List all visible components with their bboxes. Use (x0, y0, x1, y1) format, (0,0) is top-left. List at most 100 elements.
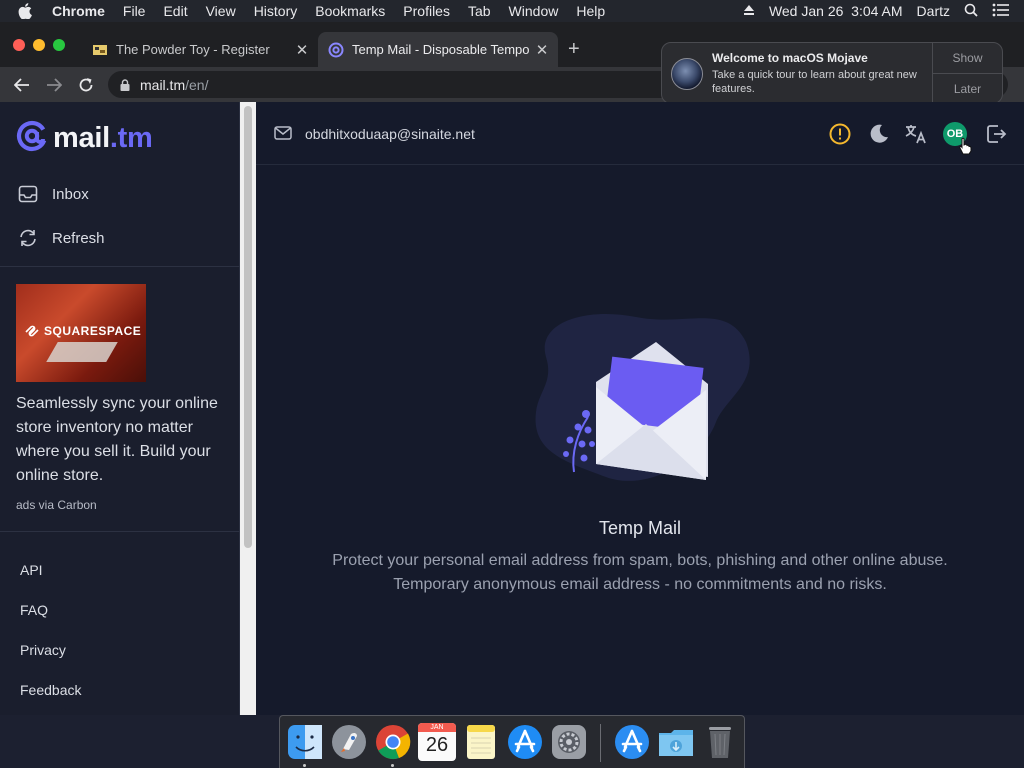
tab-close-icon[interactable]: ✕ (294, 41, 310, 59)
sidebar-link-faq[interactable]: FAQ (20, 602, 48, 618)
menu-bookmarks[interactable]: Bookmarks (315, 3, 385, 19)
dock-running-indicator (303, 764, 306, 767)
lock-icon[interactable] (120, 78, 130, 91)
logo-wordmark-main: mail (53, 122, 110, 154)
logo-wordmark-accent: .tm (109, 122, 153, 154)
at-sign-logo-icon (16, 120, 48, 157)
ad-brand-text: SQUARESPACE (44, 324, 142, 338)
mailtm-logo[interactable]: mail.tm (16, 120, 153, 157)
menu-bar-status-area: Wed Jan 26 3:04 AM Dartz (743, 0, 1024, 22)
logout-icon[interactable] (984, 122, 1008, 146)
translate-icon[interactable] (904, 122, 928, 146)
sidebar-scrollbar[interactable] (240, 102, 256, 715)
carbon-ad-text[interactable]: Seamlessly sync your online store invent… (16, 392, 226, 488)
powder-toy-favicon-icon (92, 42, 108, 58)
squarespace-logo-icon (25, 325, 39, 337)
notes-icon[interactable] (462, 723, 500, 761)
eject-icon[interactable] (743, 3, 755, 19)
dock-separator (600, 724, 601, 762)
url-path: /en/ (185, 76, 209, 93)
notification-text: Welcome to macOS Mojave Take a quick tou… (712, 43, 932, 103)
window-zoom-button[interactable] (53, 39, 65, 51)
macos-menu-bar: Chrome File Edit View History Bookmarks … (0, 0, 1024, 22)
launchpad-icon[interactable] (330, 723, 368, 761)
app-store-icon[interactable] (506, 723, 544, 761)
forward-arrow-icon[interactable] (45, 76, 63, 94)
menu-view[interactable]: View (206, 3, 236, 19)
window-close-button[interactable] (13, 39, 25, 51)
tab-close-icon[interactable]: ✕ (534, 41, 550, 59)
notification-center-icon[interactable] (992, 3, 1010, 20)
menu-bar-clock[interactable]: Wed Jan 26 3:04 AM (769, 3, 903, 19)
spotlight-search-icon[interactable] (964, 3, 978, 20)
sidebar-divider (0, 531, 240, 532)
tab-title: Temp Mail - Disposable Tempo (352, 42, 530, 57)
logo-wordmark: mail.tm (53, 122, 153, 155)
menu-profiles[interactable]: Profiles (403, 3, 450, 19)
menu-file[interactable]: File (123, 3, 146, 19)
tab-temp-mail[interactable]: Temp Mail - Disposable Tempo ✕ (318, 32, 558, 67)
tab-title: The Powder Toy - Register (116, 42, 270, 57)
macos-notification[interactable]: Welcome to macOS Mojave Take a quick tou… (661, 42, 1003, 104)
sidebar: mail.tm Inbox Refresh SQUARESPACE Seamle… (0, 102, 240, 715)
menu-edit[interactable]: Edit (163, 3, 187, 19)
empty-inbox-illustration (535, 313, 750, 481)
chrome-icon[interactable] (374, 723, 412, 761)
refresh-icon (18, 228, 38, 248)
sidebar-item-inbox[interactable]: Inbox (18, 184, 89, 204)
mailbox-header: obdhitxoduaap@sinaite.net OB (256, 102, 1024, 165)
dock-running-indicator (391, 764, 394, 767)
sidebar-link-api[interactable]: API (20, 562, 43, 578)
new-tab-plus-icon[interactable]: + (568, 38, 580, 61)
email-address[interactable]: obdhitxoduaap@sinaite.net (305, 126, 475, 142)
menu-tab[interactable]: Tab (468, 3, 491, 19)
window-minimize-button[interactable] (33, 39, 45, 51)
ads-via-carbon-link[interactable]: ads via Carbon (16, 498, 97, 512)
empty-state-description: Temporary anonymous email address - no c… (393, 576, 887, 593)
mojave-app-icon (671, 58, 703, 90)
reload-icon[interactable] (77, 76, 95, 94)
back-arrow-icon[interactable] (13, 76, 31, 94)
tab-powder-toy[interactable]: The Powder Toy - Register ✕ (82, 32, 318, 67)
system-preferences-icon[interactable] (550, 723, 588, 761)
ad-brand: SQUARESPACE (24, 324, 141, 338)
finder-icon[interactable] (286, 723, 324, 761)
notification-title: Welcome to macOS Mojave (712, 51, 868, 65)
sidebar-link-privacy[interactable]: Privacy (20, 642, 66, 658)
carbon-ad-image[interactable]: SQUARESPACE (16, 284, 146, 382)
mailtm-favicon-icon (328, 42, 344, 58)
notification-body: Take a quick tour to learn about great n… (712, 69, 917, 95)
warning-icon[interactable] (828, 122, 852, 146)
sidebar-item-refresh[interactable]: Refresh (18, 228, 105, 248)
scrollbar-thumb[interactable] (244, 106, 252, 548)
apple-menu-icon[interactable] (18, 3, 38, 19)
sidebar-item-label: Inbox (52, 185, 89, 203)
envelope-icon (274, 125, 292, 141)
notification-show-button[interactable]: Show (933, 43, 1002, 73)
url-host: mail.tm (140, 76, 186, 93)
inbox-icon (18, 184, 38, 204)
sidebar-divider (0, 266, 240, 267)
menu-window[interactable]: Window (509, 3, 559, 19)
menu-bar-user[interactable]: Dartz (917, 3, 950, 19)
calendar-month: JAN (418, 723, 456, 732)
notification-actions: Show Later (932, 43, 1002, 103)
calendar-day: 26 (425, 734, 449, 756)
main-content: obdhitxoduaap@sinaite.net OB Temp Mail P… (256, 102, 1024, 715)
mouse-pointer-icon (958, 137, 972, 160)
dark-mode-moon-icon[interactable] (867, 122, 891, 146)
ad-shape (46, 342, 118, 362)
calendar-icon[interactable]: JAN 26 (418, 723, 456, 761)
app-store-download-icon[interactable] (613, 723, 651, 761)
menu-history[interactable]: History (254, 3, 298, 19)
sidebar-link-feedback[interactable]: Feedback (20, 682, 81, 698)
empty-state-description: Protect your personal email address from… (332, 552, 948, 569)
empty-state-title: Temp Mail (598, 518, 682, 538)
macos-dock: JAN 26 (279, 715, 745, 768)
menu-help[interactable]: Help (576, 3, 605, 19)
notification-later-button[interactable]: Later (933, 73, 1002, 103)
downloads-folder-icon[interactable] (657, 723, 695, 761)
menu-app-chrome[interactable]: Chrome (52, 3, 105, 19)
trash-icon[interactable] (701, 723, 739, 761)
sidebar-item-label: Refresh (52, 229, 105, 247)
